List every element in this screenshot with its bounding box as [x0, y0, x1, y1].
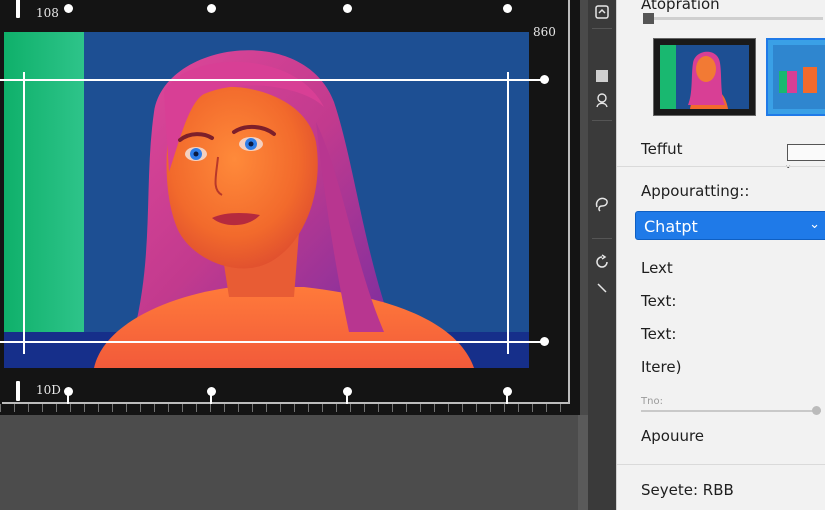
- ruler-marker-left[interactable]: [16, 0, 20, 18]
- tool-separator: [592, 28, 612, 29]
- footer-info: Seyete: RBB: [641, 481, 734, 499]
- thumbnail-2[interactable]: [766, 38, 825, 116]
- ruler-ticks: [0, 404, 572, 412]
- option-text-1[interactable]: Text:: [641, 292, 676, 310]
- ruler-label-bottom-left: 10D: [36, 383, 61, 397]
- properties-panel: Atopration Teffut ⌄ Appouratting:: Chatp…: [616, 0, 825, 510]
- panel-title: Atopration: [641, 0, 720, 13]
- vertical-scrollbar[interactable]: [578, 415, 588, 510]
- portrait-icon[interactable]: [592, 90, 612, 110]
- option-lext[interactable]: Lext: [641, 259, 673, 277]
- thumbnail-image: [773, 45, 825, 109]
- teffut-input[interactable]: [787, 144, 825, 161]
- ruler-handle[interactable]: [64, 4, 73, 13]
- ruler-label-top-right: 860: [533, 25, 556, 39]
- slider-handle[interactable]: [643, 13, 654, 24]
- thumbnail-1[interactable]: [653, 38, 756, 116]
- ruler-stem: [210, 394, 212, 404]
- export-icon[interactable]: [592, 2, 612, 22]
- ruler-label-top-left: 108: [36, 6, 59, 20]
- divider: [617, 166, 825, 167]
- teffut-label: Teffut: [641, 140, 683, 158]
- canvas-image[interactable]: [4, 32, 529, 368]
- tno-slider-handle[interactable]: [812, 406, 821, 415]
- tno-label: Tno:: [641, 396, 663, 407]
- ruler-handle[interactable]: [503, 4, 512, 13]
- tool-strip: [588, 0, 616, 510]
- guide-line-top[interactable]: [0, 79, 546, 81]
- guide-handle[interactable]: [540, 337, 549, 346]
- guide-handle[interactable]: [540, 75, 549, 84]
- ruler-handle[interactable]: [207, 4, 216, 13]
- ruler-stem: [506, 394, 508, 404]
- tno-slider[interactable]: [641, 410, 821, 412]
- opacity-slider[interactable]: [643, 17, 823, 20]
- portrait-artwork: [4, 32, 529, 368]
- ruler-stem: [67, 394, 69, 404]
- brush-icon[interactable]: [592, 278, 612, 298]
- guide-line-right[interactable]: [507, 72, 509, 354]
- ruler-handle[interactable]: [343, 4, 352, 13]
- chevron-down-icon: ⌄: [809, 217, 820, 232]
- lasso-icon[interactable]: [592, 194, 612, 214]
- dropdown-value: Chatpt: [644, 217, 698, 236]
- appearance-dropdown[interactable]: Chatpt ⌄: [635, 211, 825, 240]
- option-apouure[interactable]: Apouure: [641, 427, 704, 445]
- thumbnail-image: [660, 45, 749, 109]
- tool-separator: [592, 120, 612, 121]
- guide-line-left[interactable]: [23, 72, 25, 354]
- tool-separator: [592, 238, 612, 239]
- divider: [617, 464, 825, 465]
- ruler-marker-left-bottom[interactable]: [16, 381, 20, 401]
- workspace-background: [0, 415, 588, 510]
- ruler-stem: [346, 394, 348, 404]
- rotate-icon[interactable]: [592, 252, 612, 272]
- guide-line-bottom[interactable]: [0, 341, 546, 343]
- option-text-2[interactable]: Text:: [641, 325, 676, 343]
- appearance-label: Appouratting::: [641, 182, 750, 200]
- square-icon[interactable]: [592, 66, 612, 86]
- canvas-area[interactable]: 108 860 10D: [0, 0, 580, 415]
- option-itere[interactable]: Itere): [641, 358, 681, 376]
